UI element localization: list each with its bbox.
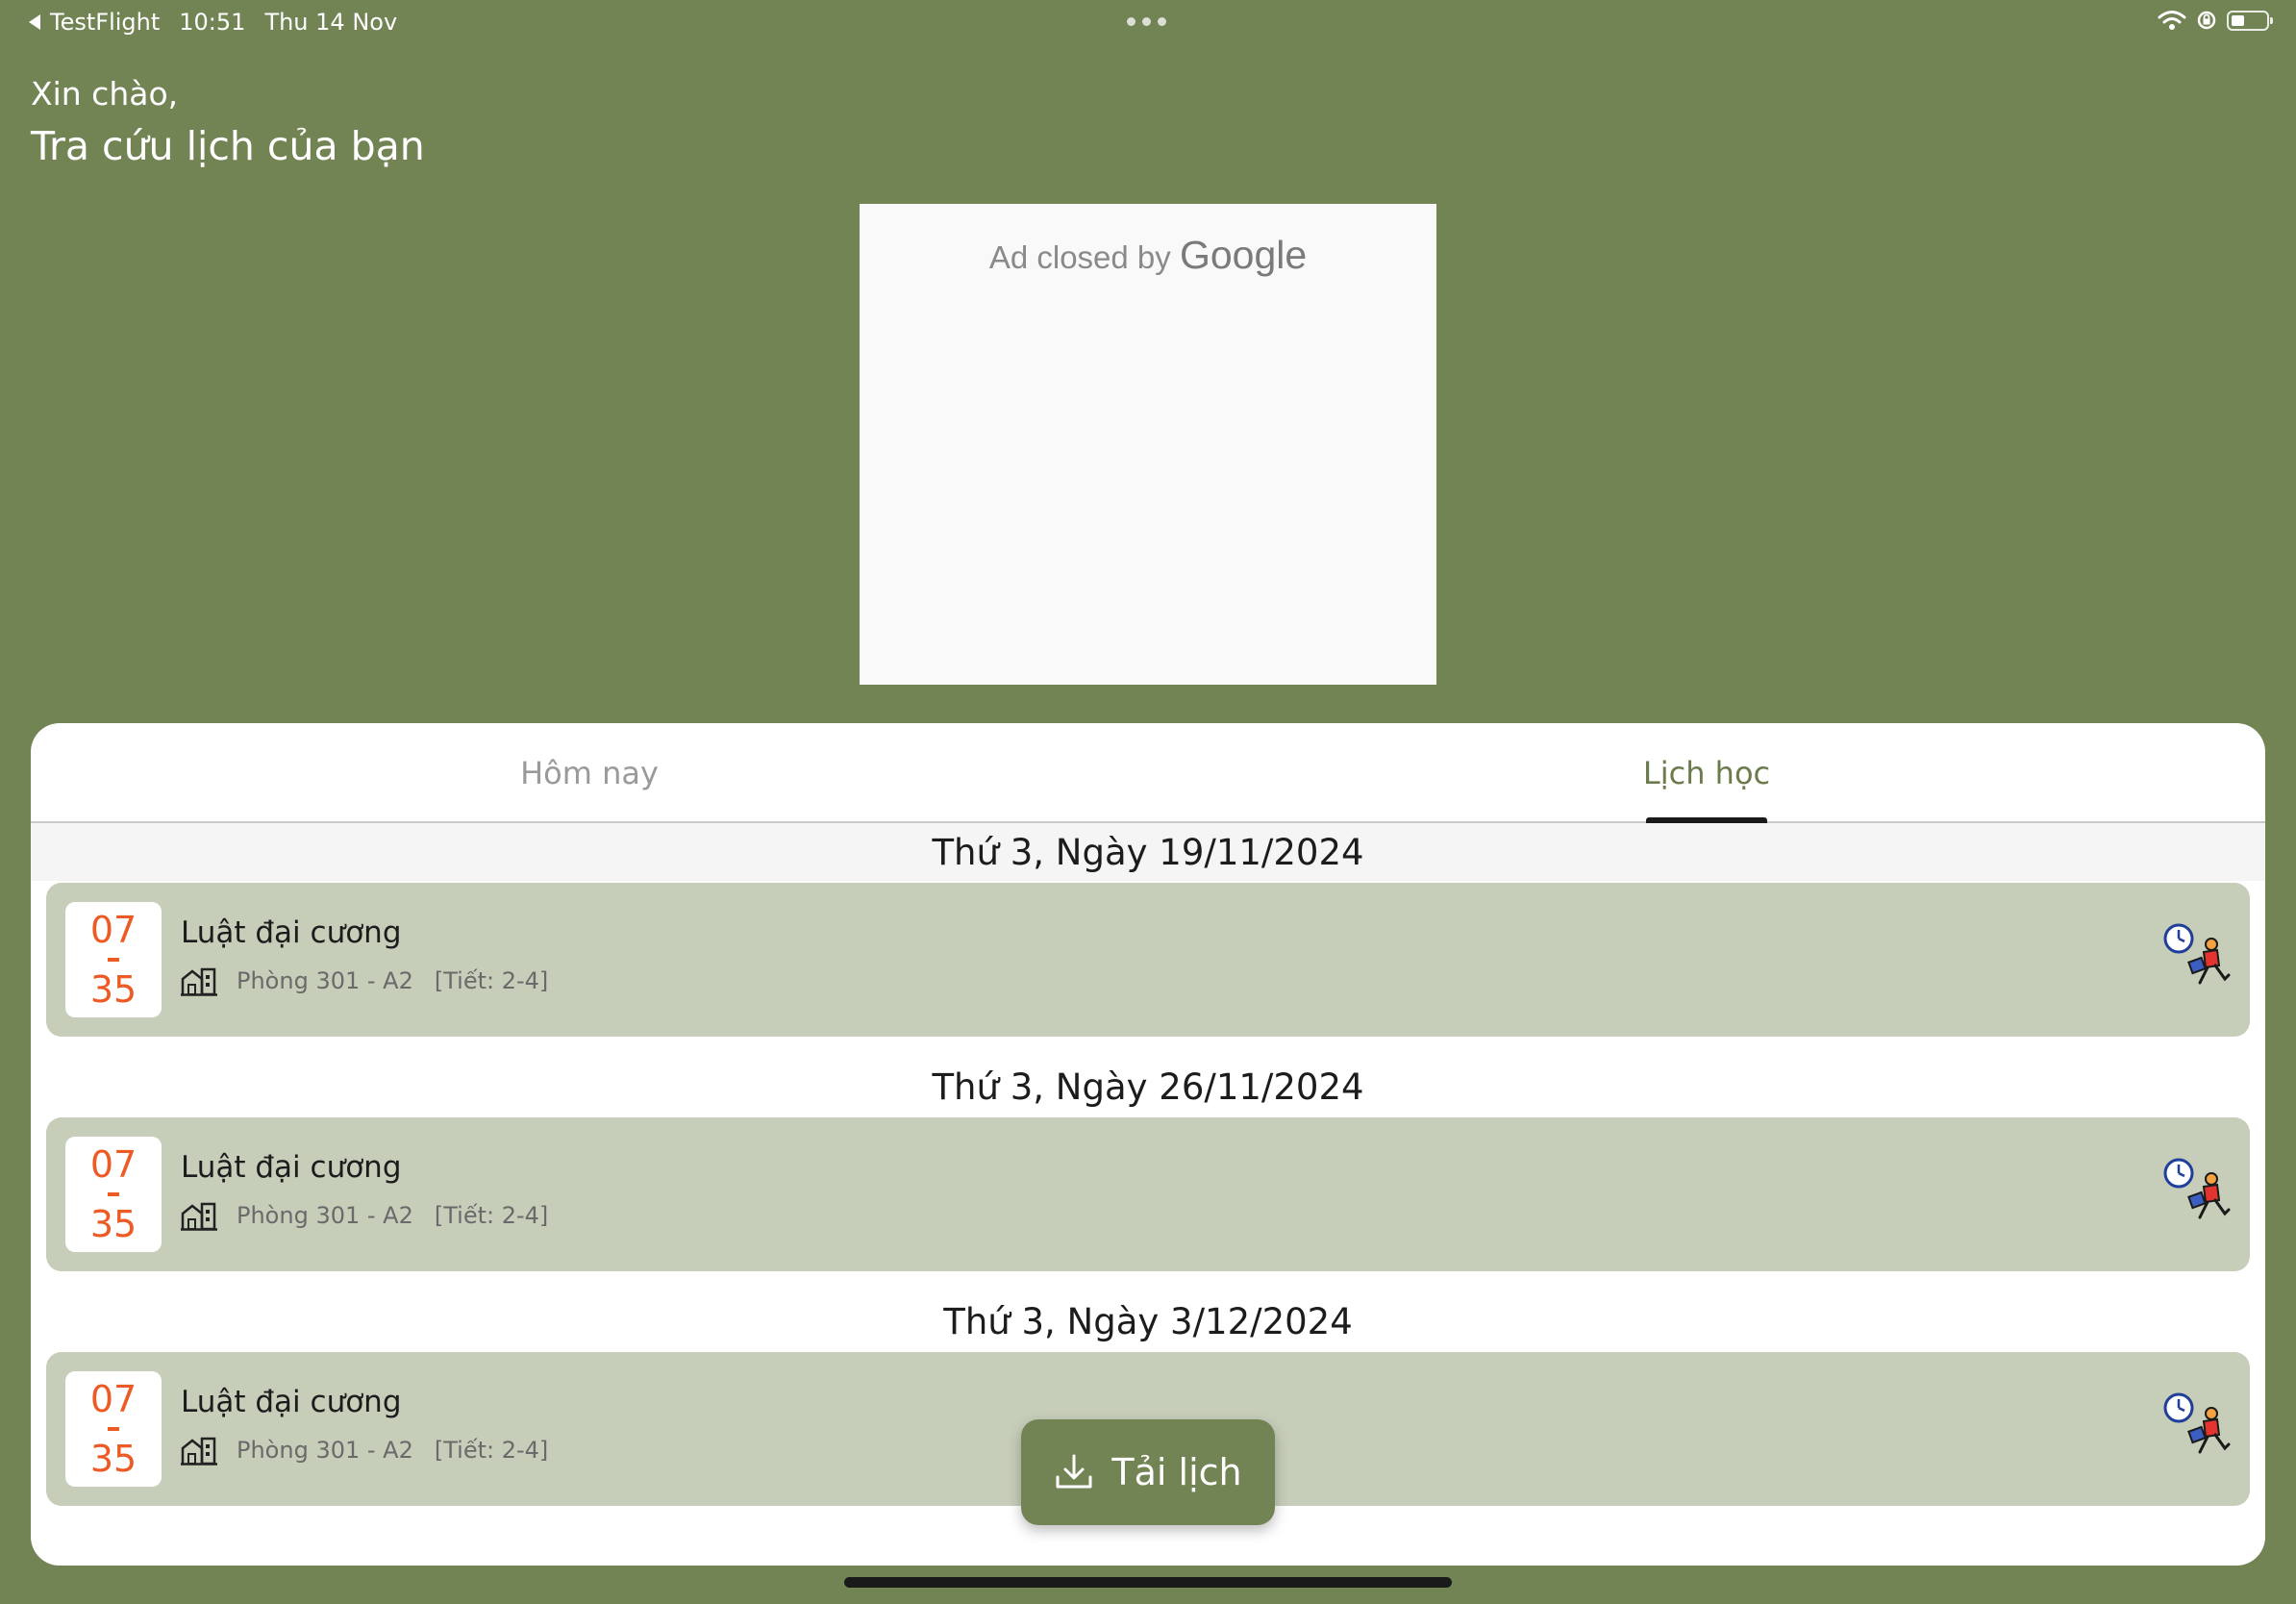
back-app-label: TestFlight — [50, 9, 161, 36]
periods-label: [Tiết: 2-4] — [434, 1437, 549, 1464]
orientation-lock-icon — [2197, 11, 2216, 30]
tab-bar: Hôm nay Lịch học — [31, 723, 2265, 823]
ad-closed-text: Ad closed by — [988, 239, 1171, 275]
back-to-app[interactable]: TestFlight — [29, 9, 160, 36]
room-info: Phòng 301 - A2 [Tiết: 2-4] — [181, 1200, 548, 1231]
multitasking-menu[interactable] — [1127, 17, 1166, 26]
dot-icon — [1142, 17, 1151, 26]
tab-today[interactable]: Hôm nay — [31, 723, 1148, 823]
subject-name: Luật đại cương — [181, 1385, 402, 1419]
battery-icon — [2227, 10, 2273, 31]
date-header: Thứ 3, Ngày 19/11/2024 — [31, 823, 2265, 881]
status-date: Thu 14 Nov — [264, 9, 398, 36]
status-bar: TestFlight 10:51 Thu 14 Nov — [0, 0, 2296, 44]
google-logo: Google — [1179, 233, 1308, 277]
building-icon — [181, 1437, 217, 1466]
wifi-icon — [2158, 11, 2186, 30]
periods-label: [Tiết: 2-4] — [434, 967, 549, 994]
ad-banner: Ad closed by Google — [860, 204, 1436, 685]
room-label: Phòng 301 - A2 — [237, 967, 413, 994]
time-separator — [108, 1192, 119, 1196]
time-box: 07 35 — [65, 1137, 162, 1252]
late-runner-clock-icon — [2163, 1392, 2231, 1454]
building-icon — [181, 967, 217, 996]
class-item[interactable]: 07 35 Luật đại cương Phòng 301 - A2 [Tiế… — [46, 1117, 2250, 1271]
tab-schedule[interactable]: Lịch học — [1148, 723, 2265, 823]
download-icon — [1056, 1454, 1092, 1489]
late-runner-clock-icon — [2163, 923, 2231, 985]
dot-icon — [1158, 17, 1166, 26]
status-left: TestFlight 10:51 Thu 14 Nov — [29, 9, 397, 36]
download-button-label: Tải lịch — [1111, 1451, 1242, 1493]
room-info: Phòng 301 - A2 [Tiết: 2-4] — [181, 965, 548, 996]
ad-closed-label: Ad closed by Google — [860, 233, 1436, 278]
subject-name: Luật đại cương — [181, 1150, 402, 1185]
time-box: 07 35 — [65, 902, 162, 1017]
status-time: 10:51 — [179, 9, 246, 36]
room-label: Phòng 301 - A2 — [237, 1437, 413, 1464]
room-info: Phòng 301 - A2 [Tiết: 2-4] — [181, 1435, 548, 1466]
periods-label: [Tiết: 2-4] — [434, 1202, 549, 1229]
class-item[interactable]: 07 35 Luật đại cương Phòng 301 - A2 [Tiế… — [46, 883, 2250, 1037]
greeting: Xin chào, — [31, 75, 179, 113]
time-start: 07 — [89, 1378, 137, 1420]
home-indicator[interactable] — [844, 1577, 1452, 1588]
date-header: Thứ 3, Ngày 26/11/2024 — [932, 1065, 1364, 1108]
status-right — [2158, 10, 2273, 31]
time-start: 07 — [89, 909, 137, 951]
building-icon — [181, 1202, 217, 1231]
room-label: Phòng 301 - A2 — [237, 1202, 413, 1229]
time-start: 07 — [89, 1143, 137, 1186]
time-box: 07 35 — [65, 1371, 162, 1487]
time-end: 35 — [89, 968, 137, 1011]
back-arrow-icon — [29, 14, 40, 30]
subject-name: Luật đại cương — [181, 915, 402, 950]
page-title: Tra cứu lịch của bạn — [31, 123, 425, 169]
time-separator — [108, 1427, 119, 1431]
late-runner-clock-icon — [2163, 1158, 2231, 1219]
time-separator — [108, 958, 119, 962]
download-schedule-button[interactable]: Tải lịch — [1021, 1419, 1275, 1525]
dot-icon — [1127, 17, 1136, 26]
time-end: 35 — [89, 1203, 137, 1245]
date-header: Thứ 3, Ngày 3/12/2024 — [943, 1300, 1353, 1342]
time-end: 35 — [89, 1438, 137, 1480]
